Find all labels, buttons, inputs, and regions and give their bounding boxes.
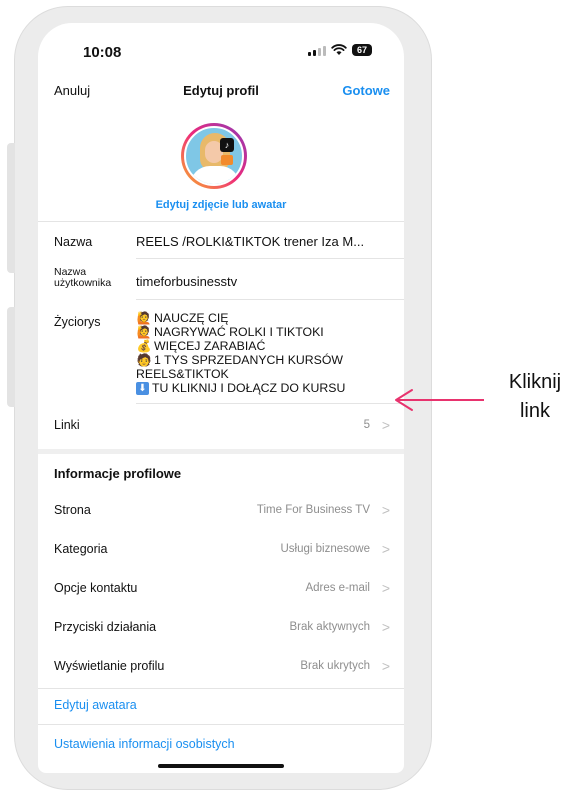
phone-side-button: [7, 307, 15, 407]
bio-line: 🙋 NAGRYWAĆ ROLKI I TIKTOKI: [136, 325, 324, 339]
status-bar: 10:08 67: [38, 23, 404, 71]
chevron-right-icon: >: [381, 619, 390, 635]
bio-field[interactable]: 🙋 NAUCZĘ CIĘ 🙋 NAGRYWAĆ ROLKI I TIKTOKI 💰…: [136, 311, 345, 395]
row-value: Usługi biznesowe: [280, 543, 371, 555]
tiktok-icon: ♪: [220, 138, 234, 152]
instagram-icon: [221, 155, 233, 165]
status-time: 10:08: [83, 44, 122, 61]
raising-hands-icon: 🙋: [136, 325, 152, 339]
nav-bar: Anuluj Edytuj profil Gotowe: [38, 75, 404, 105]
dynamic-island: [175, 37, 275, 43]
bio-line: REELS&TIKTOK: [136, 367, 229, 381]
chevron-right-icon: >: [381, 502, 390, 518]
battery-icon: 67: [352, 44, 373, 56]
username-label: Nazwa użytkownika: [54, 266, 112, 289]
bio-line: 🧑 1 TYS SPRZEDANYCH KURSÓW: [136, 353, 344, 367]
annotation-label: Kliknij link: [508, 371, 562, 422]
down-arrow-icon: ⬇: [136, 381, 149, 395]
row-value: Adres e-mail: [305, 582, 370, 594]
name-label: Nazwa: [54, 235, 93, 249]
row-label: Przyciski działania: [54, 620, 157, 634]
section-title: Informacje profilowe: [54, 466, 182, 481]
money-bag-icon: 💰: [136, 339, 152, 353]
links-count: 5: [363, 419, 370, 431]
wifi-icon: [331, 44, 347, 55]
bio-line: 💰 WIĘCEJ ZARABIAĆ: [136, 339, 266, 353]
person-laptop-icon: 🧑: [136, 353, 152, 367]
username-field[interactable]: timeforbusinesstv: [136, 274, 237, 289]
status-dot: [161, 37, 167, 43]
category-row[interactable]: Kategoria Usługi biznesowe >: [38, 532, 404, 568]
contact-options-row[interactable]: Opcje kontaktu Adres e-mail >: [38, 571, 404, 607]
row-value: Time For Business TV: [256, 504, 370, 516]
action-buttons-row[interactable]: Przyciski działania Brak aktywnych >: [38, 610, 404, 646]
status-indicators: 67: [308, 42, 373, 58]
phone-screen: 10:08 67 Anuluj Edytuj profil Gotowe ♪ E…: [38, 23, 404, 773]
avatar-image: ♪: [184, 126, 244, 186]
row-value: Brak ukrytych: [300, 660, 370, 672]
divider: [38, 724, 404, 725]
links-label: Linki: [54, 418, 80, 432]
arrow-left-icon: [395, 389, 484, 411]
page-row[interactable]: Strona Time For Business TV >: [38, 493, 404, 529]
edit-photo-link[interactable]: Edytuj zdjęcie lub awatar: [38, 199, 404, 211]
name-field[interactable]: REELS /ROLKI&TIKTOK trener Iza M...: [136, 234, 364, 249]
edit-avatar-link[interactable]: Edytuj awatara: [54, 698, 137, 712]
links-row[interactable]: Linki 5 >: [38, 408, 404, 444]
bio-label: Życiorys: [54, 315, 101, 329]
bio-line: 🙋 NAUCZĘ CIĘ: [136, 311, 229, 325]
row-label: Opcje kontaktu: [54, 581, 138, 595]
status-dot: [281, 37, 287, 43]
chevron-right-icon: >: [381, 580, 390, 596]
divider: [38, 221, 404, 222]
section-divider: [38, 449, 404, 454]
avatar[interactable]: ♪: [181, 123, 247, 189]
profile-display-row[interactable]: Wyświetlanie profilu Brak ukrytych >: [38, 649, 404, 685]
chevron-right-icon: >: [381, 658, 390, 674]
chevron-right-icon: >: [381, 541, 390, 557]
divider: [136, 299, 404, 300]
divider: [38, 688, 404, 689]
row-label: Strona: [54, 503, 91, 517]
phone-side-button: [7, 143, 15, 273]
divider: [136, 258, 404, 259]
bio-line: ⬇ TU KLIKNIJ I DOŁĄCZ DO KURSU: [136, 381, 345, 395]
row-value: Brak aktywnych: [289, 621, 370, 633]
row-label: Wyświetlanie profilu: [54, 659, 165, 673]
row-label: Kategoria: [54, 542, 108, 556]
divider: [136, 403, 404, 404]
done-button[interactable]: Gotowe: [342, 83, 390, 98]
signal-icon: [308, 45, 326, 56]
personal-info-link[interactable]: Ustawienia informacji osobistych: [54, 737, 235, 751]
chevron-right-icon: >: [381, 417, 390, 433]
home-indicator: [158, 764, 284, 768]
raising-hands-icon: 🙋: [136, 311, 152, 325]
